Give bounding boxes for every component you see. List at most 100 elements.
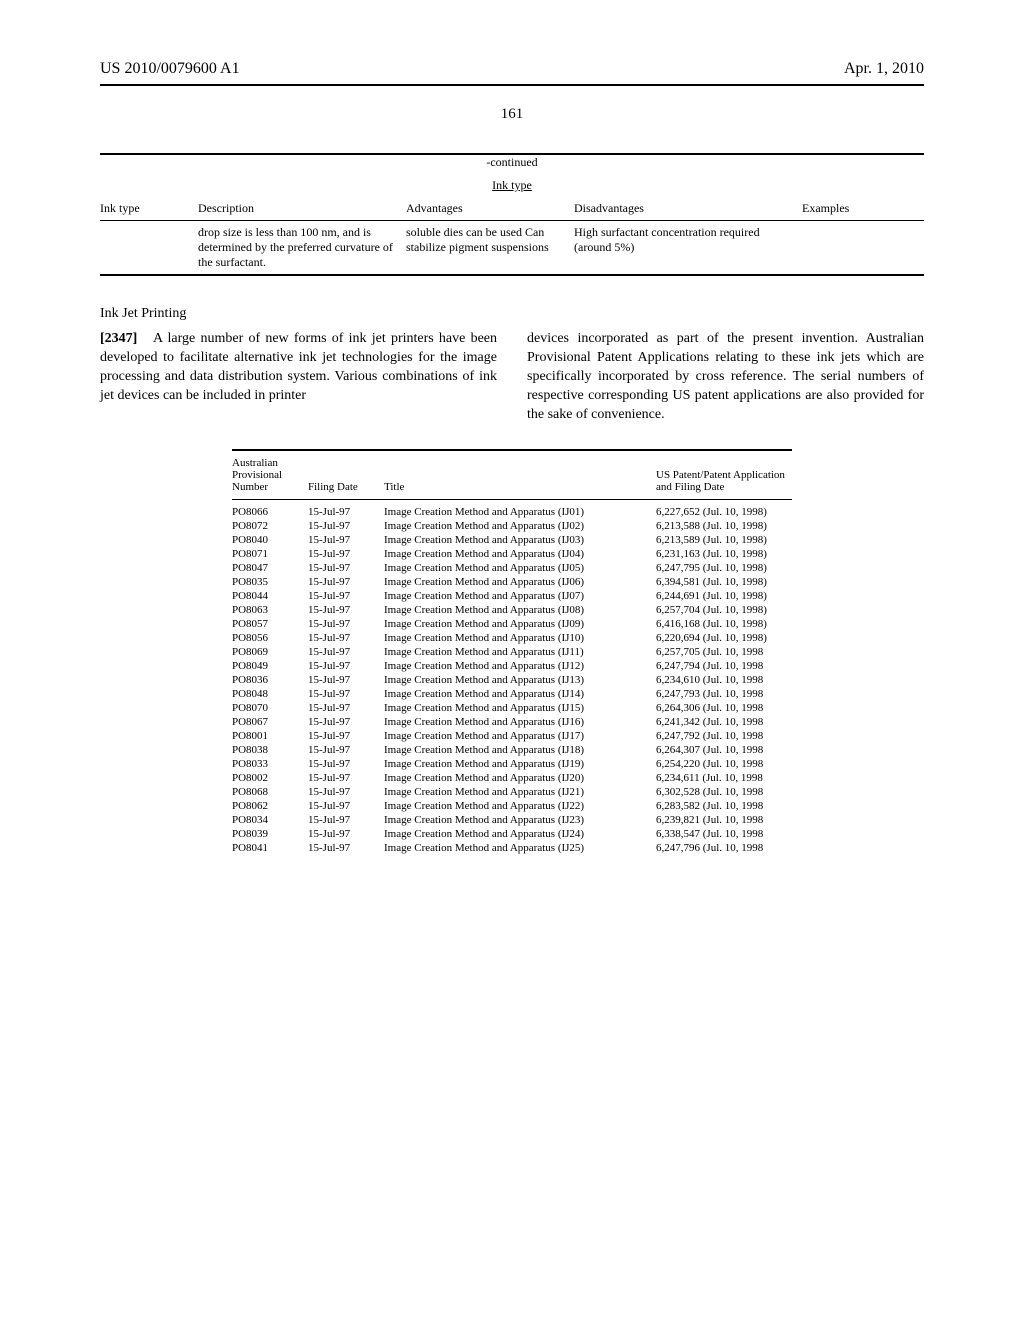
th-examples: Examples [802, 197, 924, 221]
cell-title: Image Creation Method and Apparatus (IJ1… [384, 729, 656, 743]
cell-aus-number: PO8034 [232, 813, 308, 827]
table-row: PO806815-Jul-97Image Creation Method and… [232, 785, 792, 799]
cell-aus-number: PO8002 [232, 771, 308, 785]
section-heading: Ink Jet Printing [100, 306, 924, 322]
ink-type-table: -continued Ink type Ink type Description… [100, 153, 924, 276]
paragraph-text: A large number of new forms of ink jet p… [100, 331, 497, 403]
table-row: PO804015-Jul-97Image Creation Method and… [232, 533, 792, 547]
cell-us-patent: 6,247,793 (Jul. 10, 1998 [656, 687, 792, 701]
cell-title: Image Creation Method and Apparatus (IJ0… [384, 575, 656, 589]
cell-us-patent: 6,220,694 (Jul. 10, 1998) [656, 631, 792, 645]
cell-filing-date: 15-Jul-97 [308, 533, 384, 547]
cell-us-patent: 6,234,611 (Jul. 10, 1998 [656, 771, 792, 785]
cell-us-patent: 6,416,168 (Jul. 10, 1998) [656, 617, 792, 631]
table-row: PO804115-Jul-97Image Creation Method and… [232, 841, 792, 855]
cell-title: Image Creation Method and Apparatus (IJ1… [384, 659, 656, 673]
cell-title: Image Creation Method and Apparatus (IJ1… [384, 673, 656, 687]
cell-aus-number: PO8049 [232, 659, 308, 673]
cell-filing-date: 15-Jul-97 [308, 771, 384, 785]
cell-us-patent: 6,241,342 (Jul. 10, 1998 [656, 715, 792, 729]
cell-aus-number: PO8047 [232, 561, 308, 575]
column-right: devices incorporated as part of the pres… [527, 330, 924, 424]
table-row: PO803515-Jul-97Image Creation Method and… [232, 575, 792, 589]
cell-filing-date: 15-Jul-97 [308, 589, 384, 603]
table-row: PO803615-Jul-97Image Creation Method and… [232, 673, 792, 687]
cell-us-patent: 6,264,306 (Jul. 10, 1998 [656, 701, 792, 715]
cell-filing-date: 15-Jul-97 [308, 631, 384, 645]
body-text: [2347] A large number of new forms of in… [100, 330, 924, 424]
table-row: PO800115-Jul-97Image Creation Method and… [232, 729, 792, 743]
cell-filing-date: 15-Jul-97 [308, 827, 384, 841]
table-row: PO806315-Jul-97Image Creation Method and… [232, 603, 792, 617]
cell-aus-number: PO8071 [232, 547, 308, 561]
table-row: PO803315-Jul-97Image Creation Method and… [232, 757, 792, 771]
cell-filing-date: 15-Jul-97 [308, 561, 384, 575]
cell-filing-date: 15-Jul-97 [308, 519, 384, 533]
continued-label: -continued [100, 155, 924, 170]
cell-aus-number: PO8035 [232, 575, 308, 589]
cell-title: Image Creation Method and Apparatus (IJ2… [384, 785, 656, 799]
table-row: PO806215-Jul-97Image Creation Method and… [232, 799, 792, 813]
cell-title: Image Creation Method and Apparatus (IJ0… [384, 547, 656, 561]
table-row: PO803915-Jul-97Image Creation Method and… [232, 827, 792, 841]
cell-aus-number: PO8033 [232, 757, 308, 771]
cell-aus-number: PO8038 [232, 743, 308, 757]
cell-title: Image Creation Method and Apparatus (IJ0… [384, 533, 656, 547]
cell-title: Image Creation Method and Apparatus (IJ0… [384, 561, 656, 575]
cell-us-patent: 6,244,691 (Jul. 10, 1998) [656, 589, 792, 603]
cell-filing-date: 15-Jul-97 [308, 603, 384, 617]
cell-us-patent: 6,231,163 (Jul. 10, 1998) [656, 547, 792, 561]
cell-title: Image Creation Method and Apparatus (IJ1… [384, 645, 656, 659]
cell-aus-number: PO8066 [232, 500, 308, 520]
cell-filing-date: 15-Jul-97 [308, 659, 384, 673]
cell-us-patent: 6,264,307 (Jul. 10, 1998 [656, 743, 792, 757]
table-row: PO807115-Jul-97Image Creation Method and… [232, 547, 792, 561]
cell-title: Image Creation Method and Apparatus (IJ0… [384, 500, 656, 520]
cell-description: drop size is less than 100 nm, and is de… [198, 221, 406, 275]
cell-filing-date: 15-Jul-97 [308, 701, 384, 715]
table-row: PO800215-Jul-97Image Creation Method and… [232, 771, 792, 785]
cell-filing-date: 15-Jul-97 [308, 715, 384, 729]
cell-aus-number: PO8039 [232, 827, 308, 841]
cell-title: Image Creation Method and Apparatus (IJ0… [384, 617, 656, 631]
cell-filing-date: 15-Jul-97 [308, 673, 384, 687]
cell-title: Image Creation Method and Apparatus (IJ0… [384, 603, 656, 617]
patent-table: Australian Provisional Number Filing Dat… [232, 449, 792, 855]
cell-aus-number: PO8062 [232, 799, 308, 813]
page-number: 161 [100, 106, 924, 123]
cell-title: Image Creation Method and Apparatus (IJ1… [384, 757, 656, 771]
cell-aus-number: PO8001 [232, 729, 308, 743]
cell-us-patent: 6,239,821 (Jul. 10, 1998 [656, 813, 792, 827]
table-row: PO807215-Jul-97Image Creation Method and… [232, 519, 792, 533]
publication-number: US 2010/0079600 A1 [100, 60, 240, 78]
th-aus-number: Australian Provisional Number [232, 451, 308, 500]
th-disadvantages: Disadvantages [574, 197, 802, 221]
cell-aus-number: PO8063 [232, 603, 308, 617]
cell-filing-date: 15-Jul-97 [308, 547, 384, 561]
th-filing-date: Filing Date [308, 451, 384, 500]
cell-aus-number: PO8057 [232, 617, 308, 631]
th-description: Description [198, 197, 406, 221]
cell-title: Image Creation Method and Apparatus (IJ2… [384, 841, 656, 855]
cell-title: Image Creation Method and Apparatus (IJ0… [384, 519, 656, 533]
cell-title: Image Creation Method and Apparatus (IJ2… [384, 813, 656, 827]
cell-aus-number: PO8040 [232, 533, 308, 547]
page-header: US 2010/0079600 A1 Apr. 1, 2010 [100, 60, 924, 78]
cell-us-patent: 6,283,582 (Jul. 10, 1998 [656, 799, 792, 813]
header-rule [100, 84, 924, 86]
cell-examples [802, 221, 924, 275]
cell-us-patent: 6,257,705 (Jul. 10, 1998 [656, 645, 792, 659]
table-row: PO806915-Jul-97Image Creation Method and… [232, 645, 792, 659]
cell-us-patent: 6,247,796 (Jul. 10, 1998 [656, 841, 792, 855]
cell-filing-date: 15-Jul-97 [308, 757, 384, 771]
table-row: PO807015-Jul-97Image Creation Method and… [232, 701, 792, 715]
cell-aus-number: PO8070 [232, 701, 308, 715]
cell-us-patent: 6,234,610 (Jul. 10, 1998 [656, 673, 792, 687]
cell-aus-number: PO8036 [232, 673, 308, 687]
cell-filing-date: 15-Jul-97 [308, 841, 384, 855]
cell-title: Image Creation Method and Apparatus (IJ1… [384, 701, 656, 715]
cell-us-patent: 6,213,588 (Jul. 10, 1998) [656, 519, 792, 533]
cell-title: Image Creation Method and Apparatus (IJ1… [384, 631, 656, 645]
table-row: PO806715-Jul-97Image Creation Method and… [232, 715, 792, 729]
cell-aus-number: PO8056 [232, 631, 308, 645]
